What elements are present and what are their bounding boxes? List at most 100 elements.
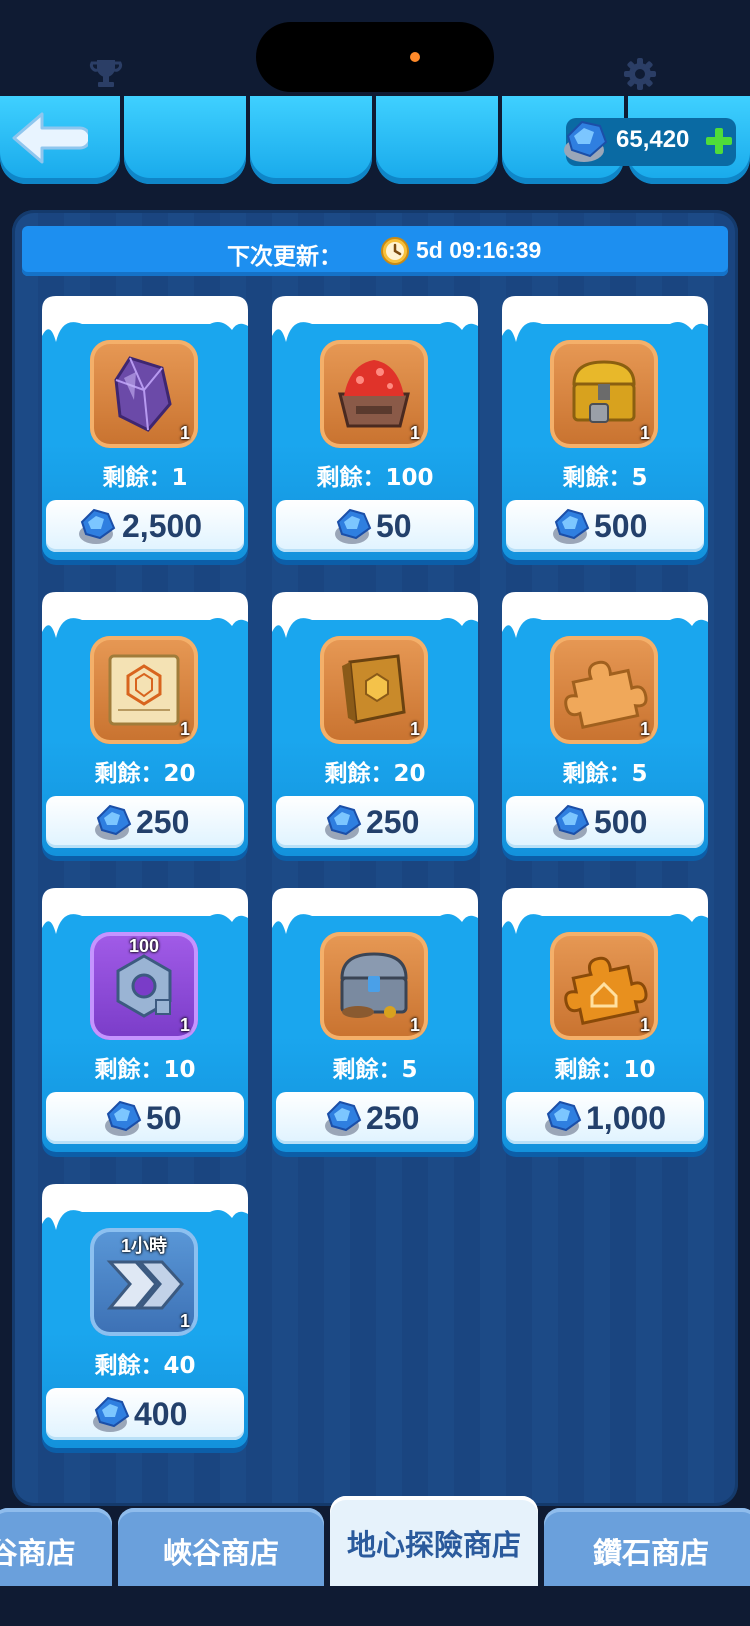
item-quantity: 1 [409, 423, 420, 443]
shop-item-card[interactable]: 100 1 剩餘：10 50 [42, 888, 248, 1152]
shop-item-card[interactable]: 1 剩餘：20 250 [272, 592, 478, 856]
currency-display: 65,420 [564, 118, 736, 166]
ore-gem-icon [105, 1100, 142, 1136]
buy-button[interactable]: 2,500 [46, 500, 244, 552]
item-remaining: 剩餘：5 [562, 465, 648, 491]
buy-button[interactable]: 1,000 [506, 1092, 704, 1144]
item-icon-frame: 1 [90, 636, 198, 744]
item-remaining: 剩餘：20 [324, 761, 426, 787]
item-remaining: 剩餘：10 [554, 1057, 656, 1083]
ore-gem-icon [93, 1396, 130, 1432]
dynamic-island [256, 22, 494, 92]
item-price: 250 [366, 1100, 420, 1136]
tab-label: 鑽石商店 [592, 1536, 709, 1570]
item-price: 50 [376, 508, 412, 544]
ore-gem-icon [79, 508, 116, 544]
item-icon-frame: 1 [320, 636, 428, 744]
refresh-label: 下次更新： [227, 244, 342, 270]
item-price: 400 [134, 1396, 188, 1432]
tab-canyon-shop[interactable]: 峽谷商店 [118, 1508, 324, 1588]
shop-item-card[interactable]: 1 剩餘：5 250 [272, 888, 478, 1152]
shop-item-card[interactable]: 1 剩餘：10 1,000 [502, 888, 708, 1152]
purple-crystal-icon [114, 356, 172, 432]
item-price: 2,500 [122, 508, 203, 544]
puzzle-piece-icon [564, 660, 648, 729]
camera-indicator [410, 52, 420, 62]
ore-gem-icon [553, 804, 590, 840]
item-quantity: 1 [639, 719, 650, 739]
ore-gem-icon [553, 508, 590, 544]
shop-item-card[interactable]: 1 剩餘：5 500 [502, 592, 708, 856]
clock-icon [381, 237, 409, 265]
buy-button[interactable]: 50 [276, 500, 474, 552]
back-arrow-icon[interactable] [8, 108, 88, 168]
item-quantity: 1 [639, 1015, 650, 1035]
item-quantity: 1 [409, 1015, 420, 1035]
trophy-icon[interactable] [88, 56, 124, 92]
ore-gem-icon [325, 804, 362, 840]
bottom-bar [0, 1586, 750, 1626]
top-tab[interactable] [376, 96, 498, 184]
item-badge: 1小時 [120, 1236, 167, 1256]
tab-valley-shop-partial[interactable]: 谷商店 [0, 1508, 112, 1588]
ore-gem-icon [95, 804, 132, 840]
tab-underground-explore-shop[interactable]: 地心探險商店 [330, 1496, 538, 1588]
buy-button[interactable]: 50 [46, 1092, 244, 1144]
tab-label: 峽谷商店 [162, 1536, 279, 1570]
buy-button[interactable]: 400 [46, 1388, 244, 1440]
house-puzzle-piece-icon [564, 956, 648, 1025]
item-icon-frame: 1 [320, 340, 428, 448]
item-remaining: 剩餘：100 [316, 465, 434, 491]
ore-gem-icon [335, 508, 372, 544]
item-remaining: 剩餘：1 [102, 465, 188, 491]
blueprint-scroll-icon [108, 654, 180, 726]
buy-button[interactable]: 500 [506, 500, 704, 552]
currency-amount: 65,420 [616, 126, 690, 153]
item-icon-frame: 1小時 1 [90, 1228, 198, 1336]
shop-item-card[interactable]: 1 剩餘：5 500 [502, 296, 708, 560]
item-quantity: 1 [179, 1015, 190, 1035]
status-bar [0, 0, 750, 100]
silver-chest-icon [340, 952, 408, 1018]
tab-label: 谷商店 [0, 1536, 76, 1570]
top-tab[interactable] [250, 96, 372, 184]
buy-button[interactable]: 500 [506, 796, 704, 848]
plus-icon[interactable] [704, 126, 734, 156]
item-remaining: 剩餘：5 [332, 1057, 418, 1083]
item-quantity: 1 [179, 423, 190, 443]
item-price: 1,000 [586, 1100, 667, 1136]
item-icon-frame: 1 [90, 340, 198, 448]
ore-gem-icon [545, 1100, 582, 1136]
shop-item-card[interactable]: 1 剩餘：1 2,500 [42, 296, 248, 560]
item-price: 250 [136, 804, 190, 840]
item-price: 500 [594, 508, 648, 544]
item-quantity: 1 [409, 719, 420, 739]
shop-item-card[interactable]: 1小時 1 剩餘：40 400 [42, 1184, 248, 1448]
gold-chest-icon [572, 360, 636, 423]
buy-button[interactable]: 250 [276, 1092, 474, 1144]
item-icon-frame: 100 1 [90, 932, 198, 1040]
item-icon-frame: 1 [550, 636, 658, 744]
refresh-banner: 下次更新： 5d 09:16:39 [22, 226, 728, 276]
top-tab[interactable] [124, 96, 246, 184]
buy-button[interactable]: 250 [46, 796, 244, 848]
gear-icon[interactable] [622, 56, 658, 92]
item-quantity: 1 [179, 719, 190, 739]
item-price: 500 [594, 804, 648, 840]
item-price: 50 [146, 1100, 182, 1136]
item-quantity: 1 [179, 1311, 190, 1331]
shop-item-card[interactable]: 1 剩餘：100 50 [272, 296, 478, 560]
refresh-timer: 5d 09:16:39 [416, 237, 542, 263]
item-remaining: 剩餘：40 [94, 1353, 196, 1379]
item-remaining: 剩餘：10 [94, 1057, 196, 1083]
item-price: 250 [366, 804, 420, 840]
ore-gem-icon [325, 1100, 362, 1136]
red-ore-cart-icon [338, 360, 410, 428]
item-remaining: 剩餘：5 [562, 761, 648, 787]
buy-button[interactable]: 250 [276, 796, 474, 848]
item-icon-frame: 1 [320, 932, 428, 1040]
tab-diamond-shop[interactable]: 鑽石商店 [544, 1508, 750, 1588]
gold-book-icon [342, 654, 406, 724]
ore-gem-icon [564, 120, 608, 162]
shop-item-card[interactable]: 1 剩餘：20 250 [42, 592, 248, 856]
